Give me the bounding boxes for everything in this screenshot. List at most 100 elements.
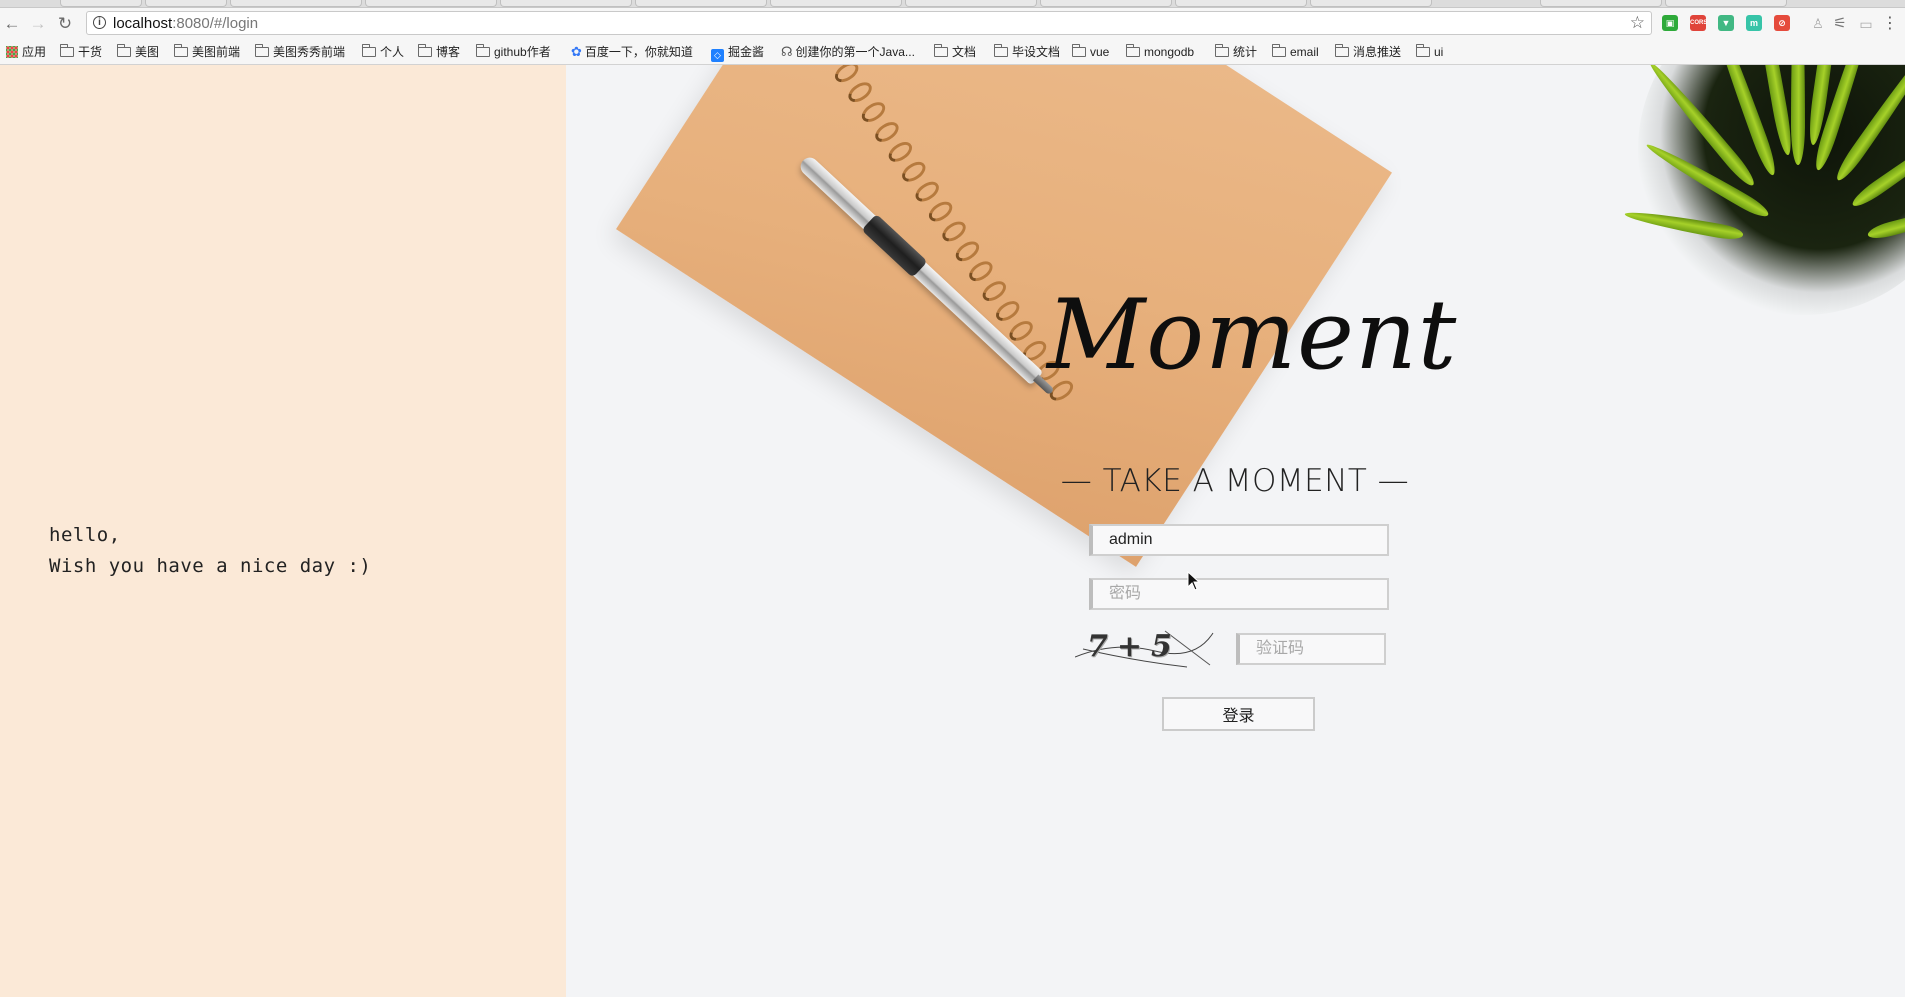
csdn-icon: ☊ — [781, 44, 793, 59]
juejin-icon: ◇ — [711, 49, 724, 62]
browser-tab[interactable] — [365, 0, 497, 7]
browser-tab[interactable] — [905, 0, 1037, 7]
bookmark-item[interactable]: email — [1272, 44, 1319, 60]
bookmark-label: github作者 — [494, 45, 551, 59]
bookmark-label: 文档 — [952, 45, 977, 59]
bookmark-label: 干货 — [78, 45, 103, 59]
folder-icon — [1335, 44, 1349, 57]
bookmark-label: 美图秀秀前端 — [273, 45, 346, 59]
bookmark-label: 博客 — [436, 45, 461, 59]
red-circle-extension-icon[interactable]: ⊘ — [1774, 15, 1790, 31]
browser-tab[interactable] — [145, 0, 227, 7]
browser-tab[interactable] — [60, 0, 142, 7]
bookmark-item[interactable]: 博客 — [418, 44, 460, 60]
cors-extension-icon[interactable]: CORS — [1690, 15, 1707, 31]
captcha-input[interactable] — [1236, 633, 1386, 665]
url-host: localhost — [113, 15, 173, 32]
bookmark-label: 统计 — [1233, 45, 1258, 59]
bookmark-label: 掘金酱 — [728, 45, 765, 59]
folder-icon — [362, 44, 376, 57]
folder-icon — [1272, 44, 1286, 57]
apps-icon — [6, 46, 18, 58]
green-square-extension-icon[interactable]: ▣ — [1662, 15, 1678, 31]
folder-icon — [994, 44, 1008, 57]
bookmark-item[interactable]: 毕设文档 — [994, 44, 1060, 60]
bookmark-item[interactable]: 干货 — [60, 44, 102, 60]
greeting-text: hello, Wish you have a nice day :) — [49, 520, 371, 582]
browser-tab[interactable] — [1175, 0, 1307, 7]
info-icon[interactable]: i — [93, 16, 106, 29]
folder-icon — [1215, 44, 1229, 57]
bookmark-label: 创建你的第一个Java... — [795, 45, 915, 59]
browser-tab[interactable] — [1540, 0, 1662, 7]
folder-icon — [1072, 44, 1086, 57]
bookmark-item[interactable]: 应用 — [6, 44, 46, 60]
browser-tab[interactable] — [230, 0, 362, 7]
forward-arrow-icon[interactable]: → — [28, 14, 48, 34]
bookmark-label: 应用 — [22, 45, 47, 59]
tab-strip — [0, 0, 1905, 8]
folder-icon — [60, 44, 74, 57]
reload-icon[interactable]: ↻ — [55, 14, 75, 34]
moment-logo: Moment — [1047, 279, 1458, 391]
bookmark-label: mongodb — [1144, 45, 1195, 59]
password-input[interactable] — [1089, 578, 1389, 610]
bookmark-star-icon[interactable]: ☆ — [1630, 13, 1645, 33]
vue-devtools-icon[interactable]: ▼ — [1718, 15, 1734, 31]
chart-extension-icon[interactable]: ⚟ — [1830, 14, 1850, 34]
tagline: — TAKE A MOMENT — — [1060, 463, 1410, 499]
bookmark-item[interactable]: github作者 — [476, 44, 551, 60]
bookmark-item[interactable]: ✿ 百度一下，你就知道 — [571, 44, 693, 60]
menu-kebab-icon[interactable]: ⋮ — [1880, 14, 1900, 34]
bookmark-item[interactable]: 个人 — [362, 44, 404, 60]
folder-icon — [418, 44, 432, 57]
browser-tab[interactable] — [1310, 0, 1432, 7]
username-input[interactable] — [1089, 524, 1389, 556]
browser-toolbar: ← → ↻ i localhost:8080/#/login ☆ ▣ CORS ▼ m… — [0, 8, 1905, 39]
browser-tab[interactable] — [770, 0, 902, 7]
url-text[interactable]: localhost:8080/#/login — [113, 15, 258, 32]
bookmark-label: 百度一下，你就知道 — [584, 45, 693, 59]
browser-tab[interactable] — [500, 0, 632, 7]
ghost-extension-icon[interactable]: ♙ — [1808, 14, 1828, 34]
folder-icon — [1126, 44, 1140, 57]
bookmark-item[interactable]: ui — [1416, 44, 1443, 60]
bookmark-label: ui — [1434, 45, 1444, 59]
captcha-text: 7+5 — [1087, 629, 1181, 664]
paw-icon: ✿ — [571, 44, 582, 59]
m-extension-icon[interactable]: m — [1746, 15, 1762, 31]
bookmark-item[interactable]: 美图 — [117, 44, 159, 60]
bookmark-label: 个人 — [380, 45, 405, 59]
browser-tab[interactable] — [635, 0, 767, 7]
folder-icon — [174, 44, 188, 57]
greeting-line-1: hello, — [49, 524, 121, 546]
back-arrow-icon[interactable]: ← — [2, 14, 22, 34]
bookmark-item[interactable]: ☊ 创建你的第一个Java... — [781, 44, 915, 60]
bookmark-item[interactable]: mongodb — [1126, 44, 1194, 60]
cast-icon[interactable]: ▭ — [1856, 14, 1876, 34]
bookmark-item[interactable]: vue — [1072, 44, 1109, 60]
bookmark-label: vue — [1090, 45, 1110, 59]
greeting-line-2: Wish you have a nice day :) — [49, 555, 372, 577]
url-path: :8080/#/login — [172, 15, 259, 32]
bookmark-item[interactable]: ◇ 掘金酱 — [711, 44, 765, 62]
folder-icon — [476, 44, 490, 57]
left-panel: hello, Wish you have a nice day :) — [0, 65, 566, 997]
bookmark-label: 美图前端 — [192, 45, 241, 59]
captcha-image[interactable]: 7+5 — [1074, 627, 1215, 671]
bookmark-item[interactable]: 消息推送 — [1335, 44, 1401, 60]
bookmark-label: 消息推送 — [1353, 45, 1402, 59]
folder-icon — [117, 44, 131, 57]
bookmark-item[interactable]: 美图前端 — [174, 44, 240, 60]
bookmark-label: email — [1290, 45, 1319, 59]
bookmark-item[interactable]: 统计 — [1215, 44, 1257, 60]
bookmark-item[interactable]: 美图秀秀前端 — [255, 44, 345, 60]
address-bar[interactable]: i localhost:8080/#/login ☆ — [86, 11, 1652, 35]
browser-tab[interactable] — [1040, 0, 1172, 7]
plant-leaf — [1791, 65, 1805, 165]
folder-icon — [255, 44, 269, 57]
browser-tab[interactable] — [1665, 0, 1787, 7]
login-button[interactable]: 登录 — [1162, 697, 1315, 731]
bookmark-item[interactable]: 文档 — [934, 44, 976, 60]
cursor-arrow-icon — [1187, 570, 1201, 591]
